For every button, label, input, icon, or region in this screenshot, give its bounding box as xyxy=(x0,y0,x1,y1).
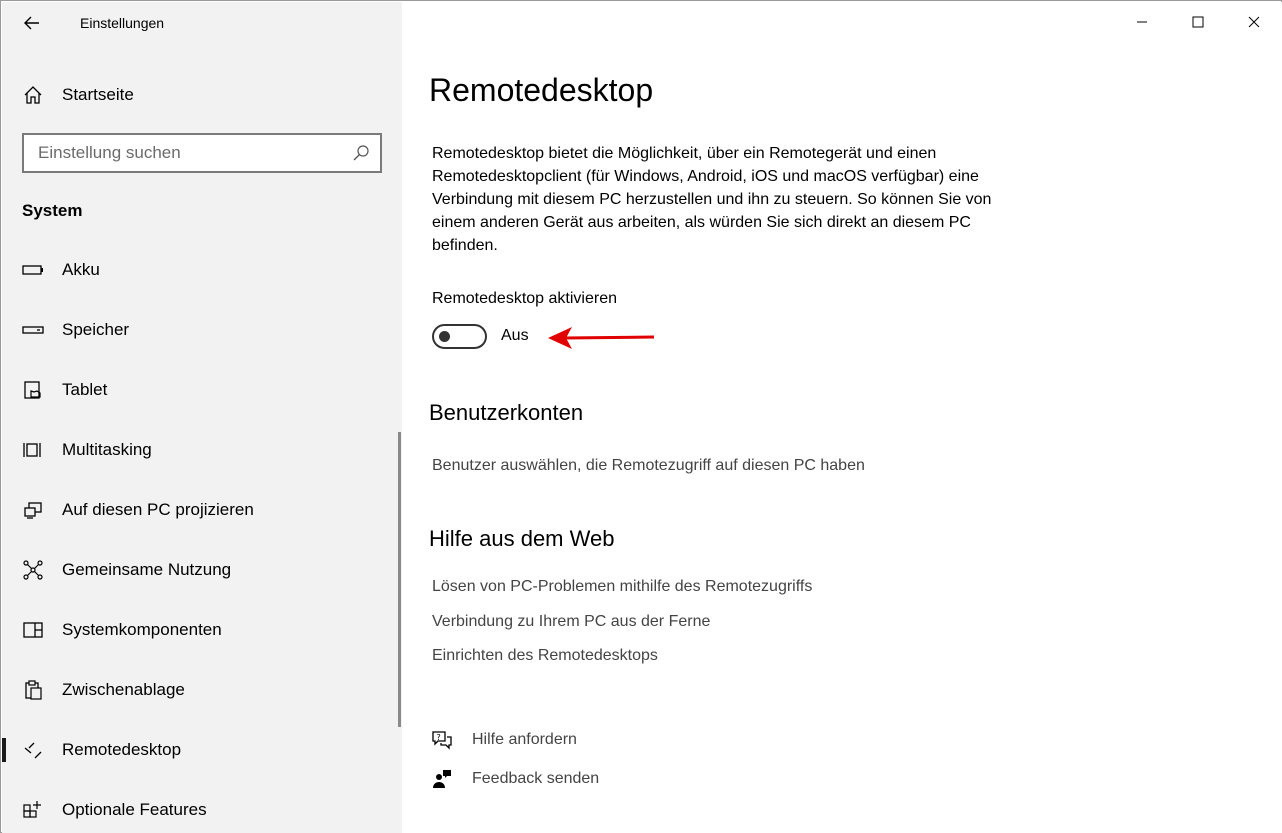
web-help-link[interactable]: Lösen von PC-Problemen mithilfe des Remo… xyxy=(432,578,812,596)
sidebar-item-tablet[interactable]: Tablet xyxy=(2,360,402,420)
feedback-icon xyxy=(430,768,454,790)
window-controls xyxy=(1114,2,1282,42)
sidebar-item-label: Speicher xyxy=(62,320,130,339)
sidebar-item-label: Optionale Features xyxy=(62,800,207,819)
sidebar-item-label: Akku xyxy=(62,260,100,279)
search-box[interactable] xyxy=(22,133,382,173)
sidebar-item-label: Systemkomponenten xyxy=(62,620,222,639)
help-chat-icon: ? xyxy=(430,729,454,751)
close-button[interactable] xyxy=(1226,2,1282,42)
clipboard-icon xyxy=(22,679,44,701)
web-help-link[interactable]: Einrichten des Remotedesktops xyxy=(432,647,658,665)
search-icon xyxy=(353,145,369,161)
sidebar-item-label: Gemeinsame Nutzung xyxy=(62,560,232,579)
tablet-icon xyxy=(22,379,44,401)
sidebar-item-systemkomponenten[interactable]: Systemkomponenten xyxy=(2,600,402,660)
sidebar-item-akku[interactable]: Akku xyxy=(2,240,402,300)
web-help-link[interactable]: Verbindung zu Ihrem PC aus der Ferne xyxy=(432,613,710,631)
multitasking-icon xyxy=(22,439,44,461)
close-icon xyxy=(1248,16,1260,28)
storage-icon xyxy=(22,319,44,341)
web-help-heading: Hilfe aus dem Web xyxy=(429,526,615,551)
svg-text:?: ? xyxy=(437,733,441,742)
maximize-icon xyxy=(1192,16,1204,28)
toggle-state-text: Aus xyxy=(501,327,529,344)
sidebar-item-label: Remotedesktop xyxy=(62,740,182,759)
sidebar-item-label: Zwischenablage xyxy=(62,680,185,699)
section-title: System xyxy=(22,201,83,220)
nav-home[interactable]: Startseite xyxy=(2,74,402,116)
annotation-arrow-icon xyxy=(548,327,655,349)
home-icon xyxy=(22,84,44,106)
accounts-heading: Benutzerkonten xyxy=(429,400,584,425)
battery-icon xyxy=(22,259,44,281)
toggle-label: Remotedesktop aktivieren xyxy=(432,290,617,307)
share-icon xyxy=(22,559,44,581)
sidebar-item-zwischenablage[interactable]: Zwischenablage xyxy=(2,660,402,720)
nav-list: Akku Speicher Tablet Multitasking Auf di… xyxy=(2,240,402,833)
sidebar-item-projizieren[interactable]: Auf diesen PC projizieren xyxy=(2,480,402,540)
remote-desktop-toggle[interactable] xyxy=(432,324,487,349)
sidebar-item-remotedesktop[interactable]: Remotedesktop xyxy=(2,720,402,780)
components-icon xyxy=(22,619,44,641)
feedback-label: Feedback senden xyxy=(472,770,600,787)
minimize-icon xyxy=(1137,21,1147,23)
back-button[interactable] xyxy=(16,8,48,38)
settings-window: Einstellungen Startseite System xyxy=(0,0,1282,833)
optional-features-icon xyxy=(22,799,44,821)
nav-home-label: Startseite xyxy=(62,85,134,104)
maximize-button[interactable] xyxy=(1170,2,1226,42)
search-input[interactable] xyxy=(24,143,344,163)
page-title: Remotedesktop xyxy=(429,72,654,108)
page-description: Remotedesktop bietet die Möglichkeit, üb… xyxy=(432,145,992,254)
project-icon xyxy=(22,499,44,521)
sidebar-item-gemeinsame-nutzung[interactable]: Gemeinsame Nutzung xyxy=(2,540,402,600)
get-help-link[interactable]: ? Hilfe anfordern xyxy=(430,728,577,752)
feedback-link[interactable]: Feedback senden xyxy=(430,767,599,791)
select-users-link[interactable]: Benutzer auswählen, die Remotezugriff au… xyxy=(432,457,865,475)
main-content: Remotedesktop Remotedesktop bietet die M… xyxy=(402,2,1282,833)
title-bar: Einstellungen xyxy=(2,2,402,44)
sidebar-item-label: Auf diesen PC projizieren xyxy=(62,500,254,519)
toggle-knob xyxy=(439,331,450,342)
sidebar-item-multitasking[interactable]: Multitasking xyxy=(2,420,402,480)
minimize-button[interactable] xyxy=(1114,2,1170,42)
get-help-label: Hilfe anfordern xyxy=(472,731,577,748)
sidebar-item-label: Tablet xyxy=(62,380,108,399)
sidebar: Einstellungen Startseite System xyxy=(2,2,402,833)
sidebar-scrollbar[interactable] xyxy=(398,432,401,727)
sidebar-item-label: Multitasking xyxy=(62,440,152,459)
remote-desktop-icon xyxy=(22,739,44,761)
sidebar-item-speicher[interactable]: Speicher xyxy=(2,300,402,360)
sidebar-item-optionale-features[interactable]: Optionale Features xyxy=(2,780,402,833)
app-title: Einstellungen xyxy=(80,15,165,31)
back-arrow-icon xyxy=(24,16,39,30)
